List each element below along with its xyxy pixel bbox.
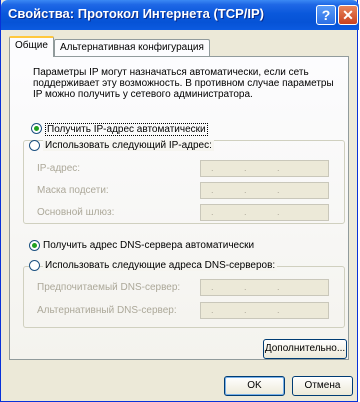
properties-dialog: Свойства: Протокол Интернета (TCP/IP) ? … [0, 0, 359, 402]
alternate-dns-label: Альтернативный DNS-сервер: [37, 305, 177, 316]
ip-address-field[interactable]: . . . [200, 160, 329, 177]
dns-auto-label[interactable]: Получить адрес DNS-сервера автоматически [43, 240, 254, 251]
tab-general[interactable]: Общие [9, 36, 54, 57]
dns-manual-label[interactable]: Использовать следующие адреса DNS-сервер… [43, 260, 278, 271]
ip-auto-label[interactable]: Получить IP-адрес автоматически [45, 123, 208, 136]
dns-manual-radio[interactable] [29, 260, 40, 271]
ip-auto-radio[interactable] [31, 123, 42, 134]
help-button[interactable]: ? [316, 5, 336, 25]
alternate-dns-field[interactable]: . . . [200, 302, 329, 319]
preferred-dns-label: Предпочитаемый DNS-сервер: [37, 282, 181, 293]
close-button[interactable]: ✕ [338, 5, 358, 25]
dns-auto-radio[interactable] [29, 240, 40, 251]
intro-text: Параметры IP могут назначаться автоматич… [33, 67, 334, 100]
subnet-mask-label: Маска подсети: [37, 185, 109, 196]
preferred-dns-field[interactable]: . . . [200, 279, 329, 296]
advanced-button[interactable]: Дополнительно... [263, 339, 347, 359]
ip-manual-label[interactable]: Использовать следующий IP-адрес: [43, 140, 214, 151]
gateway-field[interactable]: . . . [200, 204, 329, 221]
title-bar[interactable]: Свойства: Протокол Интернета (TCP/IP) ? … [1, 0, 359, 30]
cancel-button[interactable]: Отмена [292, 376, 353, 396]
close-icon: ✕ [342, 7, 354, 23]
ip-manual-radio[interactable] [29, 140, 40, 151]
ok-button[interactable]: OK [224, 376, 285, 396]
gateway-label: Основной шлюз: [37, 207, 115, 218]
window-title: Свойства: Протокол Интернета (TCP/IP) [8, 6, 264, 21]
ip-address-label: IP-адрес: [37, 163, 81, 174]
tab-alternate-config[interactable]: Альтернативная конфигурация [54, 39, 210, 57]
subnet-mask-field[interactable]: . . . [200, 182, 329, 199]
